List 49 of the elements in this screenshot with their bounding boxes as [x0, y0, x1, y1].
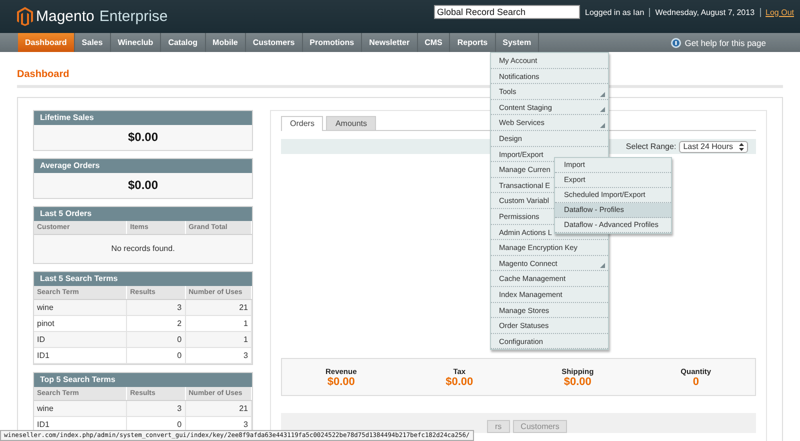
nav-tab[interactable]: Sales: [74, 33, 111, 52]
date-label: Wednesday, August 7, 2013: [649, 8, 755, 16]
logo-icon: [17, 7, 33, 26]
section-header: Lifetime Sales: [34, 111, 252, 125]
table-cell: ID: [34, 332, 128, 347]
table-cell: 1: [186, 332, 252, 347]
total-value: $0.00: [564, 376, 592, 388]
stat-value: $0.00: [126, 177, 160, 194]
table-cell: 0: [127, 332, 186, 347]
range-select[interactable]: Last 24 Hours: [679, 140, 748, 152]
table-cell: 3: [127, 401, 186, 416]
table-cell: 3: [186, 348, 252, 363]
stepper-icon: [739, 142, 744, 150]
section-header: Last 5 Orders: [34, 207, 252, 221]
chart-tab[interactable]: Orders: [281, 116, 324, 131]
help-link[interactable]: Get help for this page: [684, 38, 766, 48]
section-header: Last 5 Search Terms: [34, 272, 252, 286]
user-label: Logged in as Ian: [585, 8, 644, 16]
empty-message: No records found.: [110, 243, 176, 255]
table-cell: 3: [127, 300, 186, 315]
table-cell: ID1: [34, 348, 128, 363]
table-cell: 0: [127, 348, 186, 363]
nav-tab[interactable]: Mobile: [206, 33, 246, 52]
nav-tab[interactable]: Promotions: [302, 33, 362, 52]
nav-tab[interactable]: Catalog: [161, 33, 206, 52]
table-cell: wine: [34, 401, 128, 416]
nav-tab[interactable]: Newsletter: [362, 33, 418, 52]
table-cell: wine: [34, 300, 128, 315]
table-cell: 1: [186, 316, 252, 331]
total-value: $0.00: [446, 376, 474, 388]
logo-edition: Enterprise: [99, 8, 168, 25]
help-icon: [670, 38, 681, 48]
section-header: Average Orders: [34, 159, 252, 173]
total-value: $0.00: [327, 376, 355, 388]
nav-tab[interactable]: Customers: [246, 33, 303, 52]
logo-brand: Magento: [36, 8, 94, 25]
nav-tab[interactable]: Wineclub: [110, 33, 162, 52]
table-cell: 21: [186, 300, 252, 315]
table-cell: 21: [186, 401, 252, 416]
stat-value: $0.00: [126, 129, 160, 146]
range-label: Select Range:: [626, 142, 676, 151]
nav-tab[interactable]: CMS: [418, 33, 450, 52]
total-value: 0: [692, 376, 699, 388]
section-header: Top 5 Search Terms: [34, 373, 252, 387]
logout-link[interactable]: Log Out: [760, 8, 794, 16]
search-field[interactable]: Global Record Search: [434, 5, 580, 19]
table-cell: 2: [127, 316, 186, 331]
table-cell: pinot: [34, 316, 128, 331]
chart-tab[interactable]: Amounts: [326, 116, 376, 130]
